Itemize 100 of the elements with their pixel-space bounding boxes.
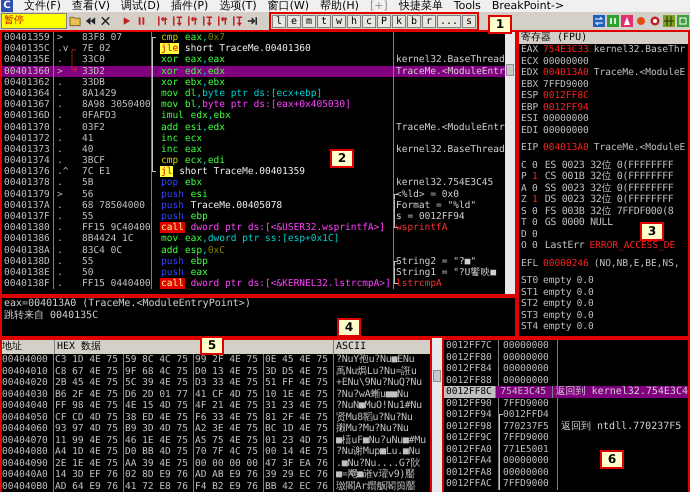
menu-item[interactable]: 查看(V) [72, 0, 110, 12]
menu-item[interactable]: 文件(F) [24, 0, 61, 12]
register-value[interactable]: 0012FF8C [543, 90, 589, 102]
register-note: LastErr [544, 240, 584, 252]
marker-icon[interactable] [621, 15, 633, 27]
toolbar-button[interactable]: P [377, 14, 391, 28]
register-value[interactable]: 0 [532, 160, 538, 171]
hex-cell: 68 78504000 [82, 200, 152, 212]
record-icon[interactable] [635, 15, 647, 27]
toolbar-button[interactable]: w [332, 14, 346, 28]
toolbar-button[interactable]: t [317, 14, 331, 28]
rewind-icon[interactable] [84, 15, 97, 27]
register-value[interactable]: 0 [532, 240, 538, 252]
menu-item[interactable]: BreakPoint-> [492, 0, 564, 12]
register-value[interactable]: 0 [532, 228, 538, 240]
toolbar-button[interactable]: l [272, 14, 286, 28]
toolbar-button[interactable]: m [302, 14, 316, 28]
register-value[interactable]: 754E3C33 [543, 44, 589, 56]
hex-cell: B9 3D 4D 75 [124, 423, 194, 434]
address-cell: 00401367 [2, 99, 54, 110]
hex-cell: 14 3D EF 76 [54, 469, 124, 480]
menu-item[interactable]: 调试(D) [121, 0, 160, 12]
address-cell: 0040138F [2, 278, 54, 290]
step-icon[interactable] [201, 15, 214, 27]
folder-icon[interactable] [69, 15, 82, 27]
scrollbar[interactable] [505, 32, 515, 294]
address-cell: 00401376 [2, 166, 54, 178]
menu-item[interactable]: 快捷菜单 [398, 0, 443, 12]
value-cell: 00000000 [499, 466, 558, 478]
toolbar-button[interactable]: e [287, 14, 301, 28]
toolbar-button[interactable]: b [407, 14, 421, 28]
instruction-cell: xor edx,edx [152, 66, 394, 77]
step-icon[interactable] [186, 15, 199, 27]
toolbar-button[interactable]: k [392, 14, 406, 28]
register-value[interactable]: 0 [532, 206, 538, 217]
column-header[interactable]: 地址 [2, 340, 55, 354]
hex-cell: 3D D5 4E 75 [264, 366, 334, 377]
step-icon[interactable] [216, 15, 229, 27]
hex-cell: D3 33 4E 75 [194, 377, 264, 388]
register-value[interactable]: 00000000 [543, 113, 589, 124]
menu-item[interactable]: 帮助(H) [320, 0, 359, 12]
register-value[interactable]: 0 [532, 217, 538, 228]
register-value[interactable]: empty [543, 286, 572, 298]
step-icon[interactable] [231, 15, 244, 27]
register-value[interactable]: 1 [532, 171, 538, 182]
column-header[interactable]: ASCII [334, 340, 366, 354]
register-value[interactable]: empty [543, 275, 572, 286]
hex-cell: BB 42 EC 76 [264, 480, 334, 492]
close-icon[interactable] [99, 15, 112, 27]
register-value[interactable]: 004013A0 [543, 142, 589, 154]
toolbar-button[interactable]: r [422, 14, 436, 28]
toolbar-button[interactable]: c [362, 14, 376, 28]
register-name: ST1 [521, 286, 538, 298]
value-cell: 00000000 [499, 455, 558, 466]
hex-cell: D0 13 4E 75 [194, 366, 264, 377]
menu-item[interactable]: Tools [454, 0, 481, 12]
register-value[interactable]: empty [543, 321, 572, 332]
grid-icon[interactable] [663, 15, 675, 27]
menu-item[interactable]: 选项(T) [219, 0, 257, 12]
toolbar-button[interactable]: s [462, 14, 476, 28]
register-value[interactable]: 1 [532, 194, 538, 206]
address-cell: 004040A0 [2, 469, 54, 480]
register-value[interactable]: 00000246 [543, 258, 589, 269]
comment-text: <%ld> = 0x0 [396, 188, 459, 200]
jump-mark: > [57, 32, 63, 44]
toolbar-button[interactable]: ... [437, 14, 462, 28]
run-to-icon[interactable] [246, 15, 259, 27]
scrollbar[interactable] [432, 338, 442, 492]
step-icon[interactable] [171, 15, 184, 27]
hex-cell: AD AB E9 76 [194, 469, 264, 480]
register-value[interactable]: 0012FF94 [543, 102, 589, 113]
ascii-cell-text: 贤Mu8鞱u?Nu?Nu [335, 412, 413, 422]
register-name: EDX [521, 67, 538, 78]
register-value[interactable]: empty [543, 310, 572, 321]
address-cell: 00404060 [2, 423, 54, 434]
address-cell: 00401386 [2, 233, 54, 245]
menu-item[interactable]: 窗口(W) [268, 0, 310, 12]
address-cell: 00401364 [2, 88, 54, 100]
register-value[interactable]: 0 [532, 182, 538, 194]
hex-cell: D6 2D 01 77 [124, 388, 194, 400]
hex-cell: 51 FF 4E 75 [264, 377, 334, 388]
register-name: O [521, 240, 527, 252]
register-value[interactable]: 004013A0 [543, 67, 589, 78]
grid-icon[interactable] [677, 15, 689, 27]
swap-icon[interactable] [593, 15, 605, 27]
register-value[interactable]: 00000000 [543, 56, 589, 67]
info-text: 跳转来自 0040135C [4, 310, 100, 322]
target-icon[interactable] [649, 15, 661, 27]
pause-icon[interactable] [607, 15, 619, 27]
step-icon[interactable] [156, 15, 169, 27]
register-value[interactable]: 00000000 [543, 124, 589, 136]
register-note: TraceMe.<ModuleE [594, 142, 686, 154]
register-value[interactable]: empty [543, 298, 572, 310]
hex-cell: 47 3F EA 76 [264, 458, 334, 469]
menu-item[interactable]: 插件(P) [171, 0, 208, 12]
register-value[interactable]: 7FFD9000 [543, 78, 589, 90]
address-cell: 00401373 [2, 144, 54, 156]
register-name: EAX [521, 44, 538, 56]
register-note: 0.0 [576, 275, 594, 286]
toolbar-button[interactable]: h [347, 14, 361, 28]
